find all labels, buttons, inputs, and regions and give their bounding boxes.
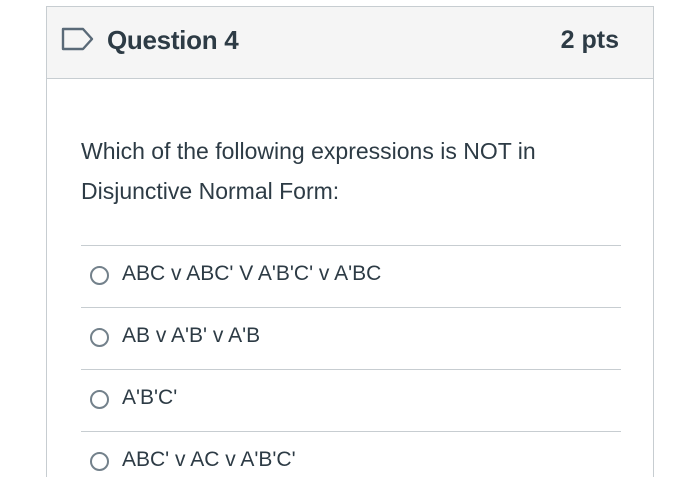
answer-option[interactable]: ABC v ABC' V A'B'C' v A'BC: [81, 245, 621, 307]
answer-option[interactable]: AB v A'B' v A'B: [81, 307, 621, 369]
question-card: Question 4 2 pts Which of the following …: [46, 6, 654, 477]
radio-button[interactable]: [90, 328, 109, 347]
answer-option[interactable]: A'B'C': [81, 369, 621, 431]
answer-option[interactable]: ABC' v AC v A'B'C': [81, 431, 621, 477]
question-header: Question 4 2 pts: [47, 7, 653, 79]
question-title: Question 4: [107, 25, 239, 55]
answer-label: A'B'C': [122, 386, 178, 409]
question-points: 2 pts: [560, 26, 619, 54]
answer-label: ABC v ABC' V A'B'C' v A'BC: [122, 262, 382, 285]
question-text: Which of the following expressions is NO…: [81, 138, 536, 204]
flag-question-icon[interactable]: [61, 27, 95, 51]
answer-list: ABC v ABC' V A'B'C' v A'BC AB v A'B' v A…: [81, 245, 621, 477]
answer-label: AB v A'B' v A'B: [122, 324, 261, 347]
radio-button[interactable]: [90, 390, 109, 409]
radio-button[interactable]: [90, 266, 109, 285]
answer-label: ABC' v AC v A'B'C': [122, 448, 296, 471]
radio-button[interactable]: [90, 452, 109, 471]
